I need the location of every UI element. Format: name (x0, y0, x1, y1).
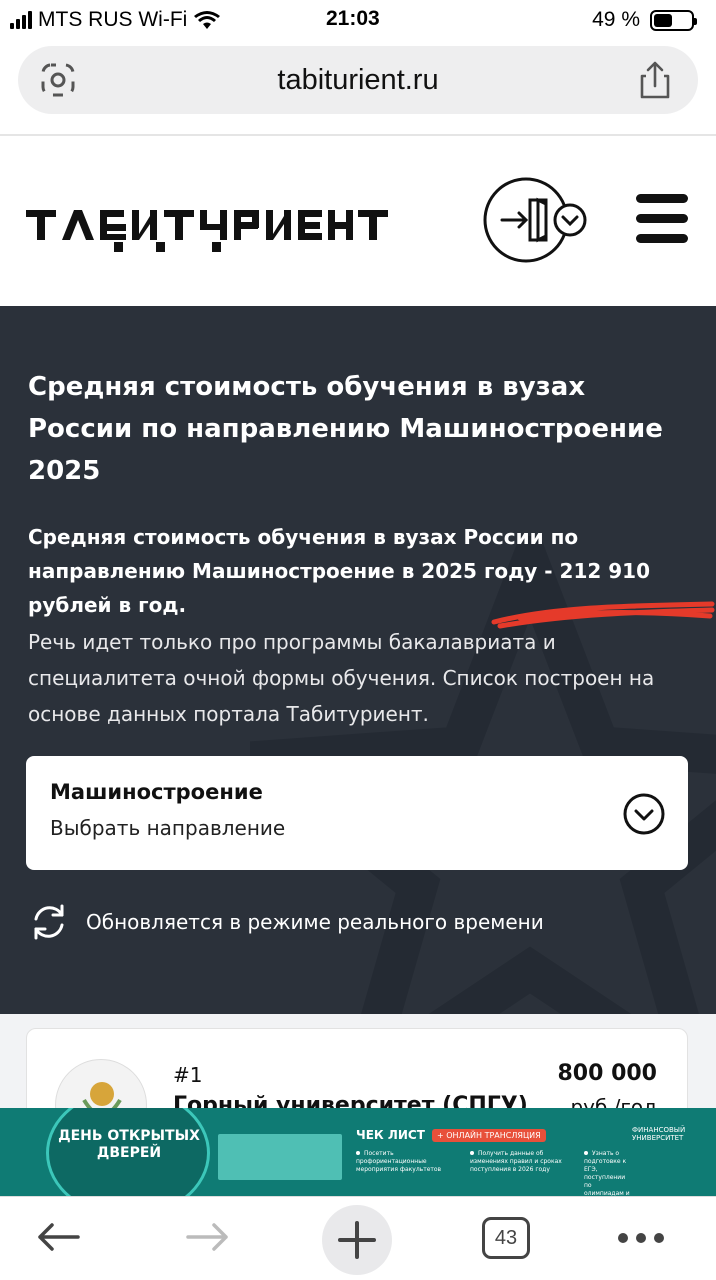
more-options-icon[interactable] (618, 1233, 664, 1243)
status-bar: MTS RUS Wi-Fi 21:03 49 % (0, 0, 716, 40)
tab-switcher-button[interactable]: 43 (482, 1217, 530, 1259)
url-text[interactable]: tabiturient.ru (18, 64, 698, 97)
banner-checklist: ЧЕК ЛИСТ (356, 1128, 425, 1142)
refresh-icon (34, 904, 64, 940)
browser-toolbar: 43 (0, 1196, 716, 1280)
red-scribble-annotation (491, 601, 715, 629)
page-title: Средняя стоимость обучения в вузах Росси… (28, 372, 663, 486)
menu-button[interactable] (636, 194, 688, 244)
carrier-label: MTS RUS Wi-Fi (38, 8, 188, 31)
battery-icon (650, 9, 697, 31)
rank-label: #1 (173, 1063, 203, 1087)
cellular-signal-icon (10, 11, 32, 29)
live-update-indicator: Обновляется в режиме реального времени (28, 900, 544, 944)
status-time: 21:03 (326, 7, 380, 30)
direction-select[interactable]: Машиностроение Выбрать направление (26, 756, 688, 870)
battery-percent: 49 % (592, 8, 640, 31)
address-bar[interactable]: tabiturient.ru (18, 46, 698, 114)
ad-banner[interactable]: ДЕНЬ ОТКРЫТЫХ ДВЕРЕЙ ЧЕК ЛИСТ + ОНЛАЙН Т… (0, 1108, 716, 1196)
banner-item: Посетить профориентационные мероприятия … (356, 1150, 442, 1173)
forward-arrow-icon[interactable] (184, 1217, 232, 1257)
chevron-down-icon[interactable] (622, 792, 666, 836)
banner-open-days: ДЕНЬ ОТКРЫТЫХ ДВЕРЕЙ (58, 1128, 200, 1161)
wifi-icon (194, 11, 221, 29)
banner-item: Узнать о подготовке к ЕГЭ, поступлении п… (584, 1150, 630, 1196)
banner-online-badge: + ОНЛАЙН ТРАНСЛЯЦИЯ (432, 1129, 546, 1142)
description-text: Речь идет только про программы бакалаври… (28, 630, 655, 726)
selected-direction: Машиностроение (50, 780, 263, 804)
select-hint: Выбрать направление (50, 816, 286, 840)
new-tab-button[interactable] (322, 1205, 392, 1275)
price-value: 800 000 (557, 1061, 657, 1086)
share-icon[interactable] (638, 60, 672, 100)
tabiturient-logo[interactable] (26, 204, 388, 254)
live-update-text: Обновляется в режиме реального времени (86, 910, 544, 934)
banner-brand: ФИНАНСОВЫЙ УНИВЕРСИТЕТ (632, 1126, 686, 1142)
hero-section: Средняя стоимость обучения в вузах Росси… (0, 306, 716, 1014)
plus-icon (338, 1221, 376, 1259)
site-header (0, 136, 716, 306)
building-image (218, 1134, 342, 1180)
back-arrow-icon[interactable] (34, 1217, 82, 1257)
banner-item: Получить данные об изменениях правил и с… (470, 1150, 562, 1173)
login-icon[interactable] (482, 176, 590, 264)
